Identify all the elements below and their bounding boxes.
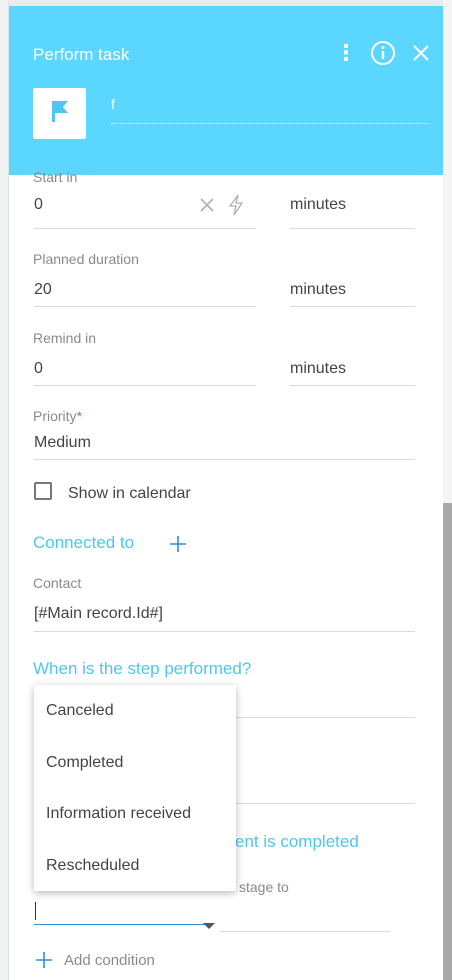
start-in-underline [34,228,256,229]
condition-dropdown-menu: Canceled Completed Information received … [34,685,236,891]
remind-in-underline [34,385,256,386]
task-form: Start in 0 minutes Planned duration 20 m… [9,169,443,980]
priority-value[interactable]: Medium [34,434,91,452]
scrollbar-thumb[interactable] [443,503,452,980]
kebab-icon[interactable]: ⋮ [332,39,360,67]
clear-icon[interactable] [199,197,215,218]
left-edge [0,0,9,980]
when-performed-title: When is the step performed? [33,659,252,678]
close-icon[interactable] [407,39,435,67]
panel-title: Perform task [33,45,130,64]
condition-select-input[interactable] [34,893,215,929]
add-condition-plus-icon[interactable] [35,951,53,974]
contact-label: Contact [33,575,82,591]
show-in-calendar-label: Show in calendar [68,485,191,502]
lightning-icon[interactable] [226,194,246,221]
remind-in-value[interactable]: 0 [34,360,43,378]
hidden-field-underline-2 [236,803,415,804]
completed-section-title: ent is completed [235,832,359,851]
element-name-value: f [111,96,115,112]
remind-in-label: Remind in [33,330,97,346]
planned-duration-unit-underline [290,306,415,307]
hidden-field-underline-1 [236,717,415,718]
show-in-calendar-checkbox[interactable] [34,482,52,500]
contact-underline [34,631,415,632]
priority-label-text: Priority [33,408,77,424]
planned-duration-label: Planned duration [33,251,139,267]
dropdown-option-canceled[interactable]: Canceled [46,702,114,720]
priority-label: Priority* [33,408,82,424]
dropdown-arrow-icon[interactable] [203,923,215,929]
connected-to-title: Connected to [33,533,135,552]
remind-in-unit-underline [290,385,415,386]
start-in-value[interactable]: 0 [34,196,43,214]
remind-in-unit[interactable]: minutes [290,360,346,378]
text-caret [35,902,36,920]
info-icon[interactable] [369,39,397,67]
required-mark: * [76,408,83,424]
task-panel: Perform task ⋮ f Start in 0 minutes Plan… [9,6,443,980]
panel-header: Perform task ⋮ f [9,6,443,175]
element-name-input[interactable]: f [111,96,429,124]
dropdown-option-information-received[interactable]: Information received [46,805,191,823]
stage-to-label: stage to [239,879,289,895]
add-condition-label[interactable]: Add condition [64,952,155,969]
start-in-label: Start in [33,169,78,185]
planned-duration-unit[interactable]: minutes [290,281,346,299]
planned-duration-underline [34,306,256,307]
add-connection-plus-icon[interactable] [169,535,187,558]
dropdown-option-rescheduled[interactable]: Rescheduled [46,857,139,875]
element-icon-box[interactable] [33,88,86,139]
planned-duration-value[interactable]: 20 [34,281,52,299]
flag-icon [49,98,71,129]
contact-value[interactable]: [#Main record.Id#] [34,605,163,623]
start-in-unit-underline [290,228,415,229]
start-in-unit[interactable]: minutes [290,196,346,214]
dropdown-option-completed[interactable]: Completed [46,754,123,772]
stage-to-underline [219,931,390,932]
priority-underline [34,459,415,460]
